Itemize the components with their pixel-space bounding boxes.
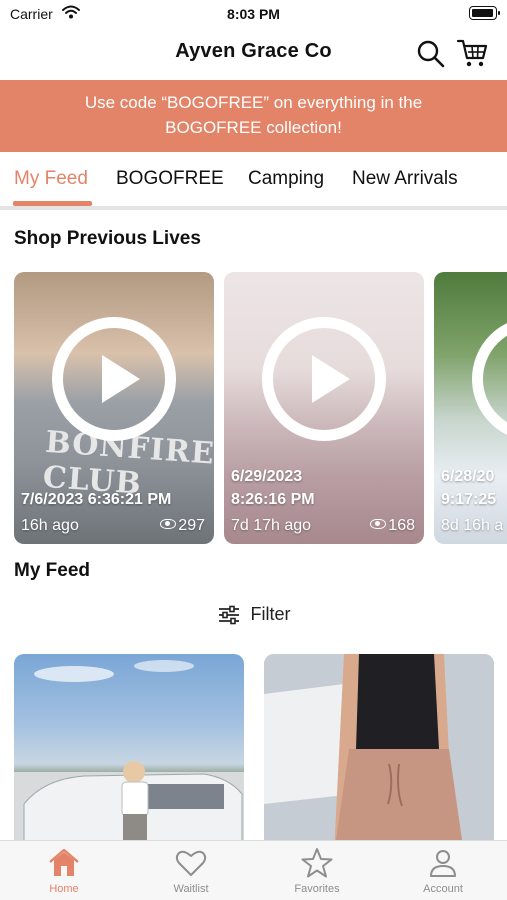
star-icon — [301, 848, 333, 878]
sliders-icon — [218, 605, 239, 624]
category-tabs: My Feed BOGOFREE Camping New Arrivals — [0, 152, 507, 210]
live-card[interactable]: 6/29/2023 8:26:16 PM 7d 17h ago 168 — [224, 272, 424, 544]
status-time: 8:03 PM — [227, 6, 280, 22]
live-ago: 7d 17h ago — [231, 517, 312, 534]
active-tab-indicator — [13, 201, 92, 206]
live-ago: 8d 16h a — [441, 517, 504, 534]
promo-text: Use code “BOGOFREE” on everything in the… — [84, 93, 423, 137]
live-views: 168 — [370, 517, 415, 535]
play-icon[interactable] — [52, 317, 176, 441]
feed-section-title: My Feed — [14, 560, 91, 581]
live-views: 297 — [160, 517, 205, 535]
live-time: 8:26:16 PM — [231, 491, 315, 508]
live-views-count: 297 — [178, 517, 205, 534]
live-views-count: 168 — [388, 517, 415, 534]
status-bar: Carrier 8:03 PM — [0, 0, 507, 28]
live-date: 6/29/2023 — [231, 468, 303, 485]
product-image — [264, 654, 494, 840]
eye-icon — [160, 519, 177, 529]
product-card[interactable] — [14, 654, 244, 840]
product-image — [14, 660, 244, 840]
cart-icon[interactable] — [456, 36, 490, 70]
tab-my-feed[interactable]: My Feed — [14, 168, 88, 190]
tab-bogofree[interactable]: BOGOFREE — [116, 168, 224, 190]
live-card[interactable]: BONFIRE CLUB 7/6/2023 6:36:21 PM 16h ago… — [14, 272, 214, 544]
tabbar-waitlist-label: Waitlist — [173, 883, 209, 895]
person-icon — [430, 850, 456, 877]
tab-new-arrivals[interactable]: New Arrivals — [352, 168, 458, 190]
lives-carousel[interactable]: BONFIRE CLUB 7/6/2023 6:36:21 PM 16h ago… — [0, 272, 507, 544]
promo-banner[interactable]: Use code “BOGOFREE” on everything in the… — [0, 80, 507, 152]
home-icon — [49, 848, 79, 876]
filter-button[interactable]: Filter — [0, 604, 507, 632]
live-date: 7/6/2023 6:36:21 PM — [21, 491, 172, 508]
battery-icon — [469, 6, 500, 20]
live-time: 9:17:25 — [441, 491, 497, 508]
live-ago: 16h ago — [21, 517, 79, 534]
filter-label: Filter — [250, 604, 291, 624]
live-date: 6/28/20 — [441, 468, 495, 485]
tabbar-favorites-label: Favorites — [294, 883, 340, 895]
eye-icon — [370, 519, 387, 529]
play-icon[interactable] — [262, 317, 386, 441]
tabbar-account-label: Account — [423, 883, 463, 895]
app-header: Ayven Grace Co — [0, 28, 507, 80]
tabbar-home[interactable]: Home — [14, 847, 114, 895]
product-card[interactable] — [264, 654, 494, 840]
product-feed[interactable] — [0, 654, 507, 840]
tabbar-account[interactable]: Account — [393, 847, 493, 895]
tab-camping[interactable]: Camping — [248, 168, 324, 190]
search-icon[interactable] — [415, 38, 447, 70]
tabbar-home-label: Home — [49, 883, 79, 895]
tabbar-favorites[interactable]: Favorites — [267, 847, 367, 895]
play-icon[interactable] — [472, 317, 507, 441]
heart-icon — [175, 850, 207, 876]
lives-section-title: Shop Previous Lives — [14, 228, 201, 249]
bottom-tab-bar: Home Waitlist Favorites Account — [0, 840, 507, 900]
tabbar-waitlist[interactable]: Waitlist — [141, 847, 241, 895]
live-card[interactable]: 6/28/20 9:17:25 8d 16h a — [434, 272, 507, 544]
